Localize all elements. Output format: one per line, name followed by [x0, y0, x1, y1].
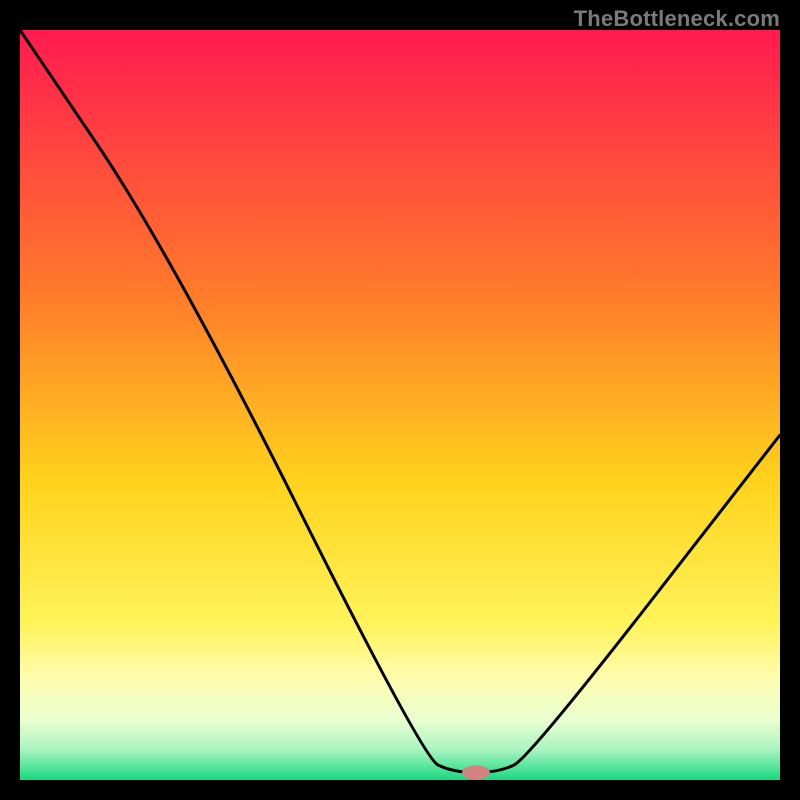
chart-frame — [20, 30, 780, 780]
optimal-marker — [462, 766, 490, 780]
bottleneck-chart — [20, 30, 780, 780]
gradient-background — [20, 30, 780, 780]
watermark-text: TheBottleneck.com — [574, 6, 780, 32]
